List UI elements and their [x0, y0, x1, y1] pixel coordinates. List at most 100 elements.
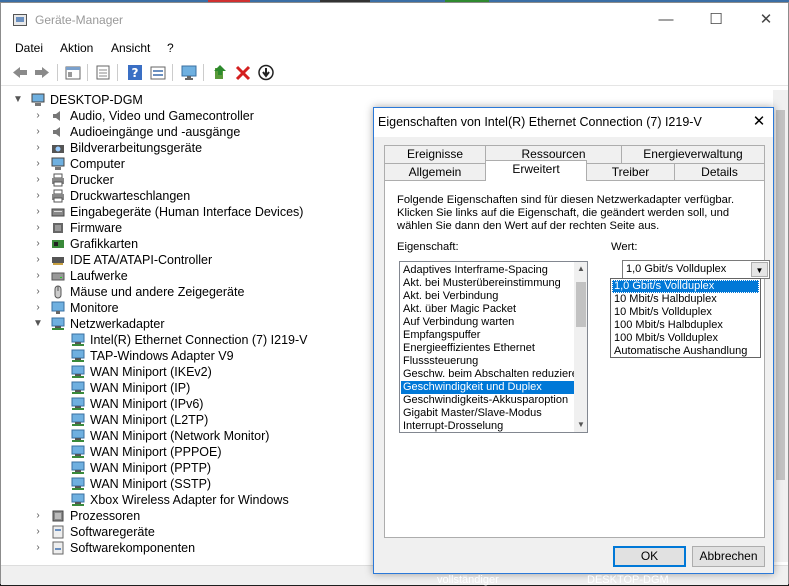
- maximize-button[interactable]: ☐: [693, 3, 739, 37]
- expand-chevron-icon[interactable]: ›: [33, 268, 43, 284]
- value-option[interactable]: 10 Mbit/s Vollduplex: [612, 306, 759, 319]
- property-list-item[interactable]: Geschwindigkeits-Akkusparoption: [401, 394, 574, 407]
- disable-icon[interactable]: [257, 64, 275, 81]
- tree-category-item[interactable]: › Audio, Video und Gamecontroller: [3, 108, 373, 124]
- tree-category-item[interactable]: › Eingabegeräte (Human Interface Devices): [3, 204, 373, 220]
- expand-chevron-icon[interactable]: ›: [33, 188, 43, 204]
- property-list-scrollbar[interactable]: ▲ ▼: [574, 262, 587, 432]
- value-option[interactable]: 10 Mbit/s Halbduplex: [612, 293, 759, 306]
- value-option[interactable]: Automatische Aushandlung: [612, 345, 759, 358]
- expand-chevron-icon[interactable]: ›: [33, 108, 43, 124]
- uninstall-icon[interactable]: [234, 64, 252, 81]
- value-option[interactable]: 1,0 Gbit/s Vollduplex: [612, 280, 759, 293]
- tree-device-item[interactable]: WAN Miniport (PPTP): [3, 460, 373, 476]
- tree-category-item[interactable]: › Softwarekomponenten: [3, 540, 373, 556]
- value-option[interactable]: 100 Mbit/s Vollduplex: [612, 332, 759, 345]
- tree-category-item[interactable]: › Grafikkarten: [3, 236, 373, 252]
- cancel-button[interactable]: Abbrechen: [692, 546, 765, 567]
- expand-chevron-icon[interactable]: ›: [33, 220, 43, 236]
- tree-device-item[interactable]: WAN Miniport (Network Monitor): [3, 428, 373, 444]
- properties-icon[interactable]: [64, 64, 82, 81]
- help-icon[interactable]: ?: [126, 64, 144, 81]
- property-list-item[interactable]: Gigabit Master/Slave-Modus: [401, 407, 574, 420]
- property-list-item[interactable]: Empfangspuffer: [401, 329, 574, 342]
- collapse-chevron-icon[interactable]: ▼: [13, 92, 23, 108]
- tab-energieverwaltung[interactable]: Energieverwaltung: [621, 145, 765, 163]
- expand-chevron-icon[interactable]: ›: [33, 172, 43, 188]
- ok-button[interactable]: OK: [613, 546, 686, 567]
- property-list-item[interactable]: Auf Verbindung warten: [401, 316, 574, 329]
- scroll-up-icon[interactable]: ▲: [574, 262, 587, 276]
- scroll-down-icon[interactable]: ▼: [574, 418, 587, 432]
- expand-chevron-icon[interactable]: ›: [33, 140, 43, 156]
- tree-category-item[interactable]: › Drucker: [3, 172, 373, 188]
- expand-chevron-icon[interactable]: ›: [33, 524, 43, 540]
- property-list-item[interactable]: Geschw. beim Abschalten reduzieren: [401, 368, 574, 381]
- tab-ereignisse[interactable]: Ereignisse: [384, 145, 486, 163]
- tree-device-item[interactable]: WAN Miniport (SSTP): [3, 476, 373, 492]
- property-list-item[interactable]: Interrupt-Drosselung: [401, 420, 574, 432]
- tree-category-item[interactable]: ▼ Netzwerkadapter: [3, 316, 373, 332]
- tree-category-item[interactable]: › Audioeingänge und -ausgänge: [3, 124, 373, 140]
- tree-category-item[interactable]: › Computer: [3, 156, 373, 172]
- tree-category-item[interactable]: › Mäuse und andere Zeigegeräte: [3, 284, 373, 300]
- dialog-close-button[interactable]: ✕: [748, 112, 770, 132]
- tab-treiber[interactable]: Treiber: [586, 163, 675, 181]
- property-list-item[interactable]: Akt. über Magic Packet: [401, 303, 574, 316]
- property-list-item[interactable]: Geschwindigkeit und Duplex: [401, 381, 574, 394]
- tab-details[interactable]: Details: [674, 163, 765, 181]
- dropdown-arrow-icon[interactable]: ▼: [751, 262, 768, 277]
- tree-category-item[interactable]: › Bildverarbeitungsgeräte: [3, 140, 373, 156]
- value-combobox[interactable]: 1,0 Gbit/s Vollduplex ▼: [622, 260, 770, 279]
- menu-aktion[interactable]: Aktion: [60, 41, 93, 55]
- close-button[interactable]: ✕: [743, 3, 789, 37]
- property-list-item[interactable]: Flusssteuerung: [401, 355, 574, 368]
- collapse-chevron-icon[interactable]: ▼: [33, 316, 43, 332]
- expand-chevron-icon[interactable]: ›: [33, 124, 43, 140]
- tab-allgemein[interactable]: Allgemein: [384, 163, 486, 181]
- tree-scrollbar[interactable]: [773, 90, 788, 562]
- tree-device-item[interactable]: WAN Miniport (PPPOE): [3, 444, 373, 460]
- menu-datei[interactable]: Datei: [15, 41, 43, 55]
- expand-chevron-icon[interactable]: ›: [33, 300, 43, 316]
- scrollbar-thumb[interactable]: [576, 282, 586, 327]
- monitor-icon[interactable]: [180, 64, 198, 81]
- tree-category-item[interactable]: › Monitore: [3, 300, 373, 316]
- expand-chevron-icon[interactable]: ›: [33, 252, 43, 268]
- tree-category-item[interactable]: › Softwaregeräte: [3, 524, 373, 540]
- minimize-button[interactable]: —: [643, 3, 689, 37]
- tree-category-item[interactable]: › Prozessoren: [3, 508, 373, 524]
- back-arrow-icon[interactable]: [11, 64, 29, 81]
- expand-chevron-icon[interactable]: ›: [33, 540, 43, 556]
- show-hidden-icon[interactable]: [94, 64, 112, 81]
- menu-ansicht[interactable]: Ansicht: [111, 41, 150, 55]
- tree-device-item[interactable]: WAN Miniport (IKEv2): [3, 364, 373, 380]
- property-list-item[interactable]: Akt. bei Musterübereinstimmung: [401, 277, 574, 290]
- tree-device-item[interactable]: TAP-Windows Adapter V9: [3, 348, 373, 364]
- expand-chevron-icon[interactable]: ›: [33, 284, 43, 300]
- tree-category-item[interactable]: › Laufwerke: [3, 268, 373, 284]
- tree-device-item[interactable]: WAN Miniport (IP): [3, 380, 373, 396]
- expand-chevron-icon[interactable]: ›: [33, 156, 43, 172]
- expand-chevron-icon[interactable]: ›: [33, 508, 43, 524]
- value-dropdown-list[interactable]: 1,0 Gbit/s Vollduplex 10 Mbit/s Halbduple…: [610, 278, 761, 358]
- tree-device-item[interactable]: WAN Miniport (IPv6): [3, 396, 373, 412]
- view-icon[interactable]: [149, 64, 167, 81]
- value-option[interactable]: 100 Mbit/s Halbduplex: [612, 319, 759, 332]
- property-list-item[interactable]: Adaptives Interframe-Spacing: [401, 264, 574, 277]
- menu-help[interactable]: ?: [167, 41, 174, 55]
- expand-chevron-icon[interactable]: ›: [33, 236, 43, 252]
- tree-category-item[interactable]: › Druckwarteschlangen: [3, 188, 373, 204]
- tree-category-item[interactable]: › IDE ATA/ATAPI-Controller: [3, 252, 373, 268]
- tree-device-item[interactable]: Xbox Wireless Adapter for Windows: [3, 492, 373, 508]
- update-driver-icon[interactable]: [211, 64, 229, 81]
- property-list-item[interactable]: Akt. bei Verbindung: [401, 290, 574, 303]
- tab-erweitert[interactable]: Erweitert: [485, 160, 587, 181]
- expand-chevron-icon[interactable]: ›: [33, 204, 43, 220]
- tree-device-item[interactable]: Intel(R) Ethernet Connection (7) I219-V: [3, 332, 373, 348]
- tree-root[interactable]: ▼ DESKTOP-DGM: [3, 92, 363, 108]
- property-list-item[interactable]: Energieeffizientes Ethernet: [401, 342, 574, 355]
- scrollbar-thumb[interactable]: [776, 110, 785, 480]
- tree-category-item[interactable]: › Firmware: [3, 220, 373, 236]
- property-list[interactable]: Adaptives Interframe-Spacing Akt. bei Mus…: [399, 261, 588, 433]
